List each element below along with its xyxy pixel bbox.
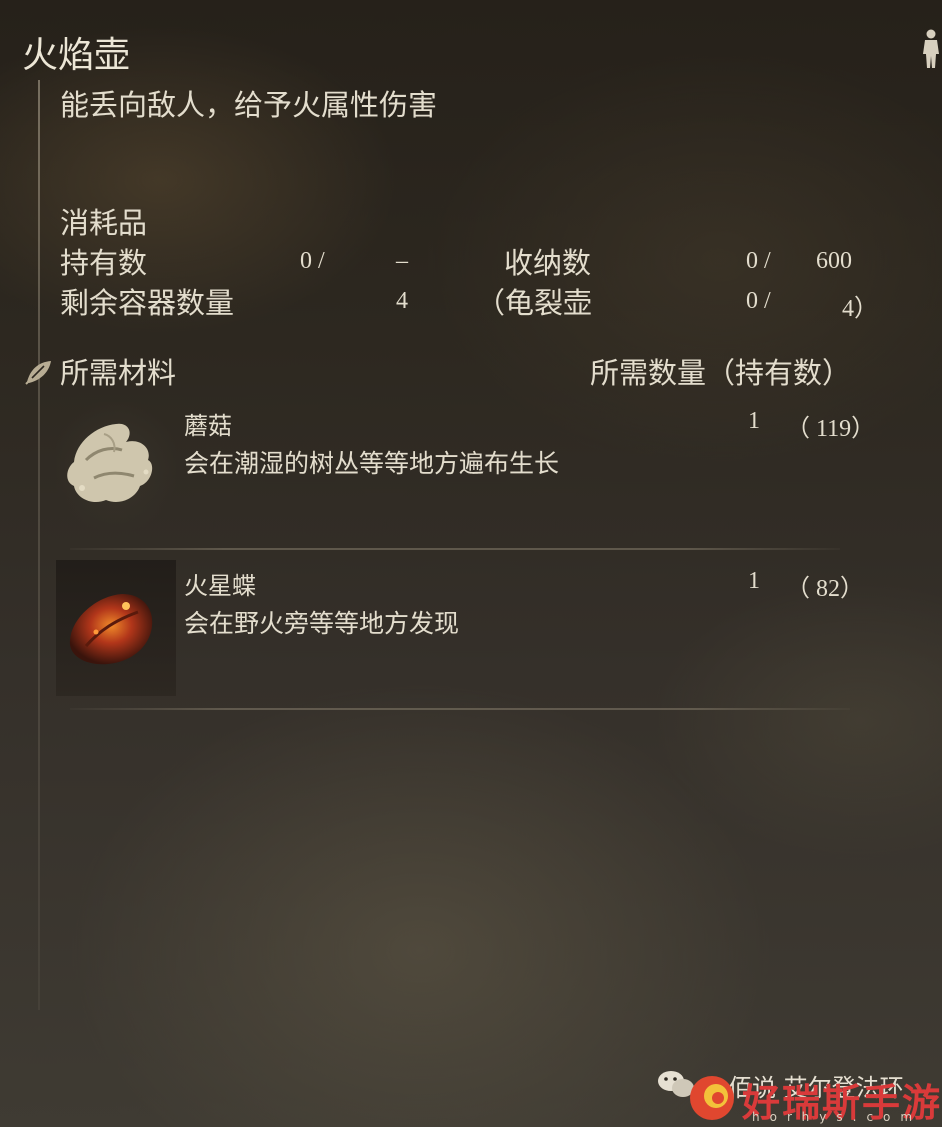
material-divider bbox=[70, 548, 840, 550]
crafting-leaf-icon bbox=[25, 361, 51, 385]
material-held: （ 82） bbox=[786, 576, 864, 602]
material-required: 1 bbox=[748, 408, 760, 434]
site-logo-icon bbox=[690, 1076, 734, 1120]
material-required: 1 bbox=[748, 568, 760, 594]
cracked-pot-label: （龟裂壶 bbox=[476, 286, 593, 320]
panel-left-border bbox=[38, 80, 40, 1010]
item-description: 能丢向敌人，给予火属性伤害 bbox=[60, 88, 438, 122]
item-title: 火焰壶 bbox=[22, 35, 131, 76]
item-category: 消耗品 bbox=[60, 206, 148, 240]
quantity-header: 所需数量（持有数） bbox=[590, 356, 852, 390]
held-max: – bbox=[396, 248, 408, 274]
held-value: 0 / bbox=[300, 248, 325, 274]
character-figure-icon bbox=[923, 29, 939, 68]
cracked-pot-max: 4） bbox=[842, 296, 878, 322]
smoldering-butterfly-icon bbox=[69, 594, 153, 665]
material-name: 火星蝶 bbox=[184, 572, 256, 600]
containers-value: 4 bbox=[396, 288, 408, 314]
material-divider bbox=[70, 708, 850, 710]
site-watermark-url: horhys.com bbox=[752, 1110, 923, 1124]
material-icon-slot bbox=[56, 560, 176, 696]
containers-label: 剩余容器数量 bbox=[60, 286, 235, 320]
storage-label: 收纳数 bbox=[504, 246, 592, 280]
material-icon-slot bbox=[56, 402, 176, 530]
storage-max: 600 bbox=[816, 248, 852, 274]
mushroom-icon bbox=[67, 423, 153, 503]
materials-header: 所需材料 bbox=[60, 356, 177, 390]
material-description: 会在潮湿的树丛等等地方遍布生长 bbox=[184, 449, 560, 478]
storage-value: 0 / bbox=[746, 248, 771, 274]
material-name: 蘑菇 bbox=[184, 412, 232, 440]
held-label: 持有数 bbox=[60, 246, 148, 280]
material-held: （ 119） bbox=[786, 416, 876, 442]
material-description: 会在野火旁等等地方发现 bbox=[184, 609, 460, 638]
cracked-pot-value: 0 / bbox=[746, 288, 771, 314]
